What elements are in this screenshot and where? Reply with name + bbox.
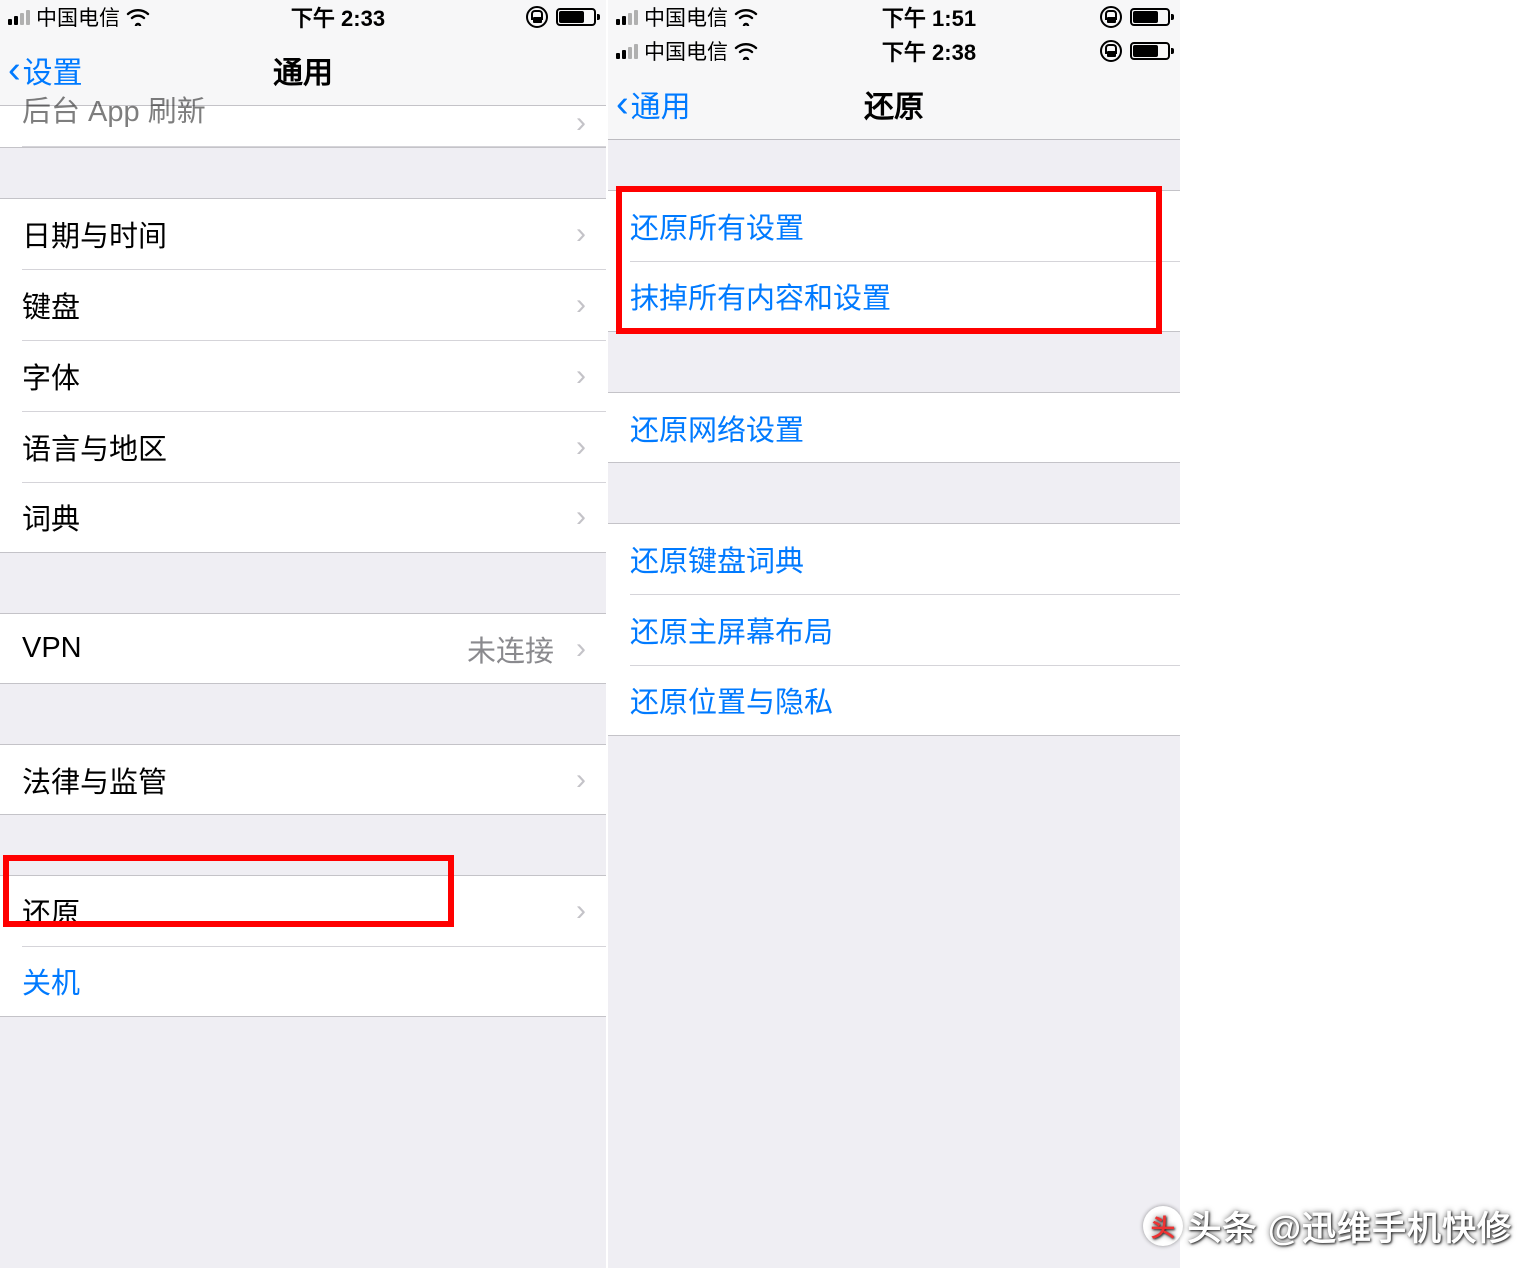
orientation-lock-icon — [1100, 40, 1122, 62]
status-bar: 中国电信 下午 2:33 — [0, 0, 606, 34]
status-time: 下午 2:33 — [291, 1, 385, 33]
signal-icon — [616, 10, 638, 25]
orientation-lock-icon — [526, 6, 548, 28]
row-reset-keyboard[interactable]: 还原键盘词典 — [608, 523, 1180, 594]
chevron-right-icon: › — [576, 217, 586, 251]
row-reset-network[interactable]: 还原网络设置 — [608, 392, 1180, 463]
row-reset-home-layout[interactable]: 还原主屏幕布局 — [608, 594, 1180, 665]
page-title: 还原 — [864, 82, 924, 126]
row-background-app-refresh[interactable]: 后台 App 刷新 › — [0, 106, 606, 148]
row-date-time[interactable]: 日期与时间› — [0, 198, 606, 269]
wifi-icon — [126, 8, 150, 26]
chevron-right-icon: › — [576, 106, 586, 140]
carrier-label: 中国电信 — [644, 2, 728, 32]
chevron-right-icon: › — [576, 894, 586, 928]
carrier-label: 中国电信 — [644, 36, 728, 66]
row-vpn[interactable]: VPN 未连接 › — [0, 613, 606, 684]
orientation-lock-icon — [1100, 6, 1122, 28]
row-reset[interactable]: 还原› — [0, 875, 606, 946]
row-shutdown[interactable]: 关机 — [0, 946, 606, 1017]
row-language-region[interactable]: 语言与地区› — [0, 411, 606, 482]
back-label: 通用 — [631, 82, 691, 126]
chevron-right-icon: › — [576, 763, 586, 797]
back-button[interactable]: ‹ 设置 — [8, 48, 83, 92]
battery-icon — [1130, 8, 1170, 26]
battery-icon — [1130, 42, 1170, 60]
chevron-left-icon: ‹ — [8, 51, 21, 89]
row-dictionary[interactable]: 词典› — [0, 482, 606, 553]
signal-icon — [8, 10, 30, 25]
status-time: 下午 2:38 — [882, 35, 976, 67]
chevron-right-icon: › — [576, 500, 586, 534]
watermark: 头 头条 @迅维手机快修 — [1143, 1201, 1512, 1250]
row-keyboard[interactable]: 键盘› — [0, 269, 606, 340]
row-fonts[interactable]: 字体› — [0, 340, 606, 411]
row-legal[interactable]: 法律与监管› — [0, 744, 606, 815]
chevron-left-icon: ‹ — [616, 85, 629, 123]
status-bar: 中国电信 下午 2:38 — [608, 34, 1180, 68]
signal-icon — [616, 44, 638, 59]
status-time: 下午 1:51 — [882, 1, 976, 33]
back-button[interactable]: ‹ 通用 — [616, 82, 691, 126]
page-title: 通用 — [273, 48, 333, 92]
watermark-logo-icon: 头 — [1143, 1206, 1183, 1246]
row-reset-all-settings[interactable]: 还原所有设置 — [608, 190, 1180, 261]
chevron-right-icon: › — [576, 632, 586, 666]
vpn-status: 未连接 — [467, 628, 554, 670]
chevron-right-icon: › — [576, 359, 586, 393]
row-erase-all[interactable]: 抹掉所有内容和设置 — [608, 261, 1180, 332]
nav-bar: ‹ 通用 还原 — [608, 68, 1180, 140]
wifi-icon — [734, 42, 758, 60]
row-reset-location-privacy[interactable]: 还原位置与隐私 — [608, 665, 1180, 736]
carrier-label: 中国电信 — [36, 2, 120, 32]
chevron-right-icon: › — [576, 430, 586, 464]
left-screenshot: 中国电信 下午 2:33 ‹ 设置 通用 后台 App 刷新 › 日期与时间› … — [0, 0, 606, 1268]
back-label: 设置 — [23, 48, 83, 92]
status-bar-outer: 中国电信 下午 1:51 — [608, 0, 1180, 34]
chevron-right-icon: › — [576, 288, 586, 322]
right-screenshot: 中国电信 下午 1:51 中国电信 下午 2:38 ‹ — [608, 0, 1180, 1268]
battery-icon — [556, 8, 596, 26]
wifi-icon — [734, 8, 758, 26]
